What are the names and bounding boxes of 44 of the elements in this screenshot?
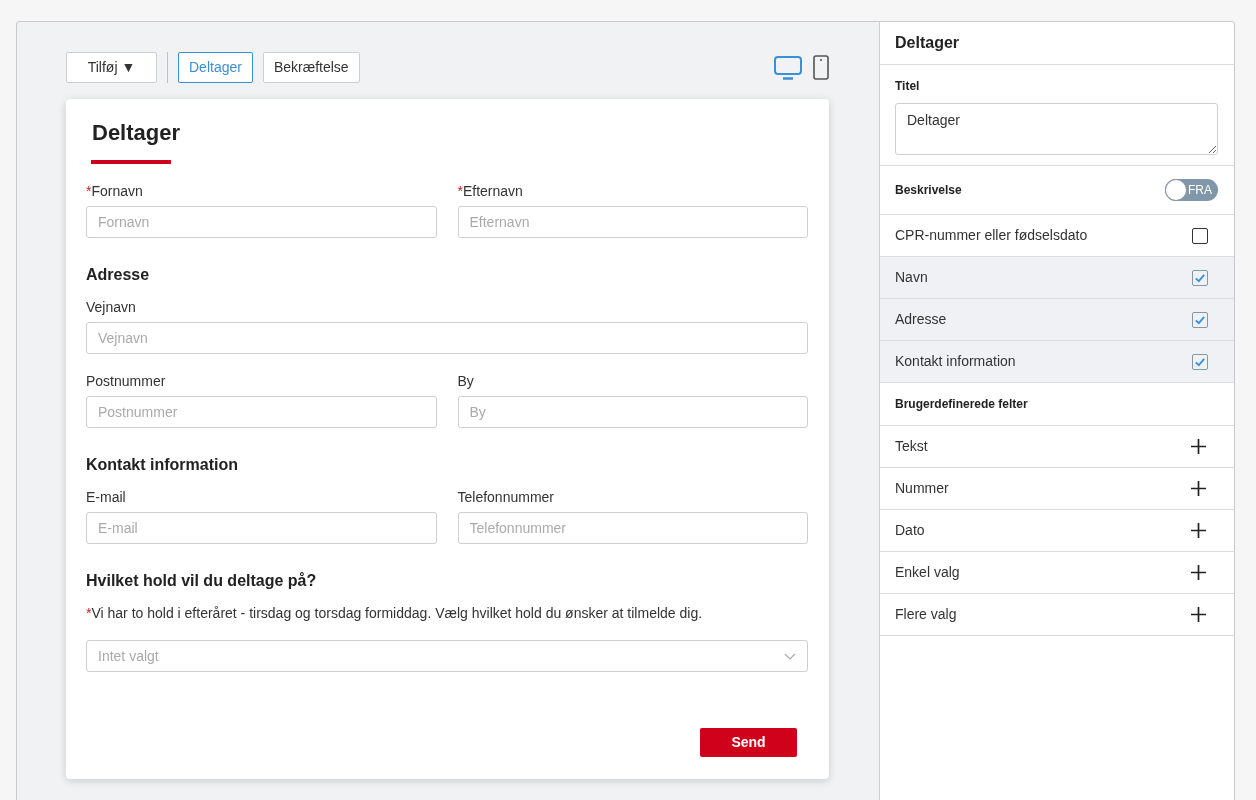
title-textarea[interactable]: Deltager	[895, 103, 1218, 155]
input-field[interactable]: Efternavn	[457, 206, 808, 238]
input-field[interactable]: Postnummer	[86, 396, 437, 428]
field-label: Postnummer	[86, 372, 166, 391]
input-field[interactable]: Telefonnummer	[457, 512, 808, 544]
input-field[interactable]: Fornavn	[86, 206, 437, 238]
send-button[interactable]: Send	[700, 728, 797, 757]
page-tab[interactable]: Bekræftelse	[262, 52, 360, 83]
checkbox[interactable]	[1192, 227, 1208, 244]
chevron-down-icon	[784, 652, 796, 660]
section-heading: Hvilket hold vil du deltage på?	[86, 571, 317, 591]
form-title: Deltager	[92, 119, 181, 147]
question-text: *Vi har to hold i efteråret - tirsdag og torsdag formiddag. Vælg hvilket hold du ønsker at tilmelde dig.	[86, 604, 703, 623]
checkbox[interactable]	[1192, 311, 1208, 328]
option-label: Kontakt information	[895, 352, 1016, 371]
checkbox[interactable]	[1192, 353, 1208, 370]
plus-icon[interactable]	[1191, 523, 1206, 538]
section-heading: Adresse	[86, 265, 150, 285]
phone-icon[interactable]	[813, 55, 829, 80]
page-tab[interactable]: Deltager	[178, 52, 253, 83]
field-label: *Fornavn	[86, 182, 143, 201]
field-label: Titel	[895, 78, 920, 94]
plus-icon[interactable]	[1191, 481, 1206, 496]
input-field[interactable]: Vejnavn	[86, 322, 808, 354]
field-label: Beskrivelse	[895, 182, 962, 198]
section-heading: Kontakt information	[86, 455, 238, 475]
option-label: CPR-nummer eller fødselsdato	[895, 226, 1088, 245]
input-field[interactable]: E-mail	[86, 512, 437, 544]
field-label: Telefonnummer	[457, 488, 554, 507]
plus-icon[interactable]	[1191, 439, 1206, 454]
input-field[interactable]: By	[457, 396, 808, 428]
panel-title: Deltager	[895, 33, 960, 53]
field-label: By	[457, 372, 474, 391]
plus-icon[interactable]	[1191, 607, 1206, 622]
add-button[interactable]: Tilføj ▼	[66, 52, 157, 83]
section-label: Brugerdefinerede felter	[895, 396, 1028, 412]
option-label: Adresse	[895, 310, 947, 329]
option-label: Navn	[895, 268, 928, 287]
field-label: Vejnavn	[86, 298, 136, 317]
checkbox[interactable]	[1192, 269, 1208, 286]
plus-icon[interactable]	[1191, 565, 1206, 580]
field-label: *Efternavn	[457, 182, 523, 201]
monitor-icon[interactable]	[774, 55, 802, 80]
field-label: E-mail	[86, 488, 126, 507]
